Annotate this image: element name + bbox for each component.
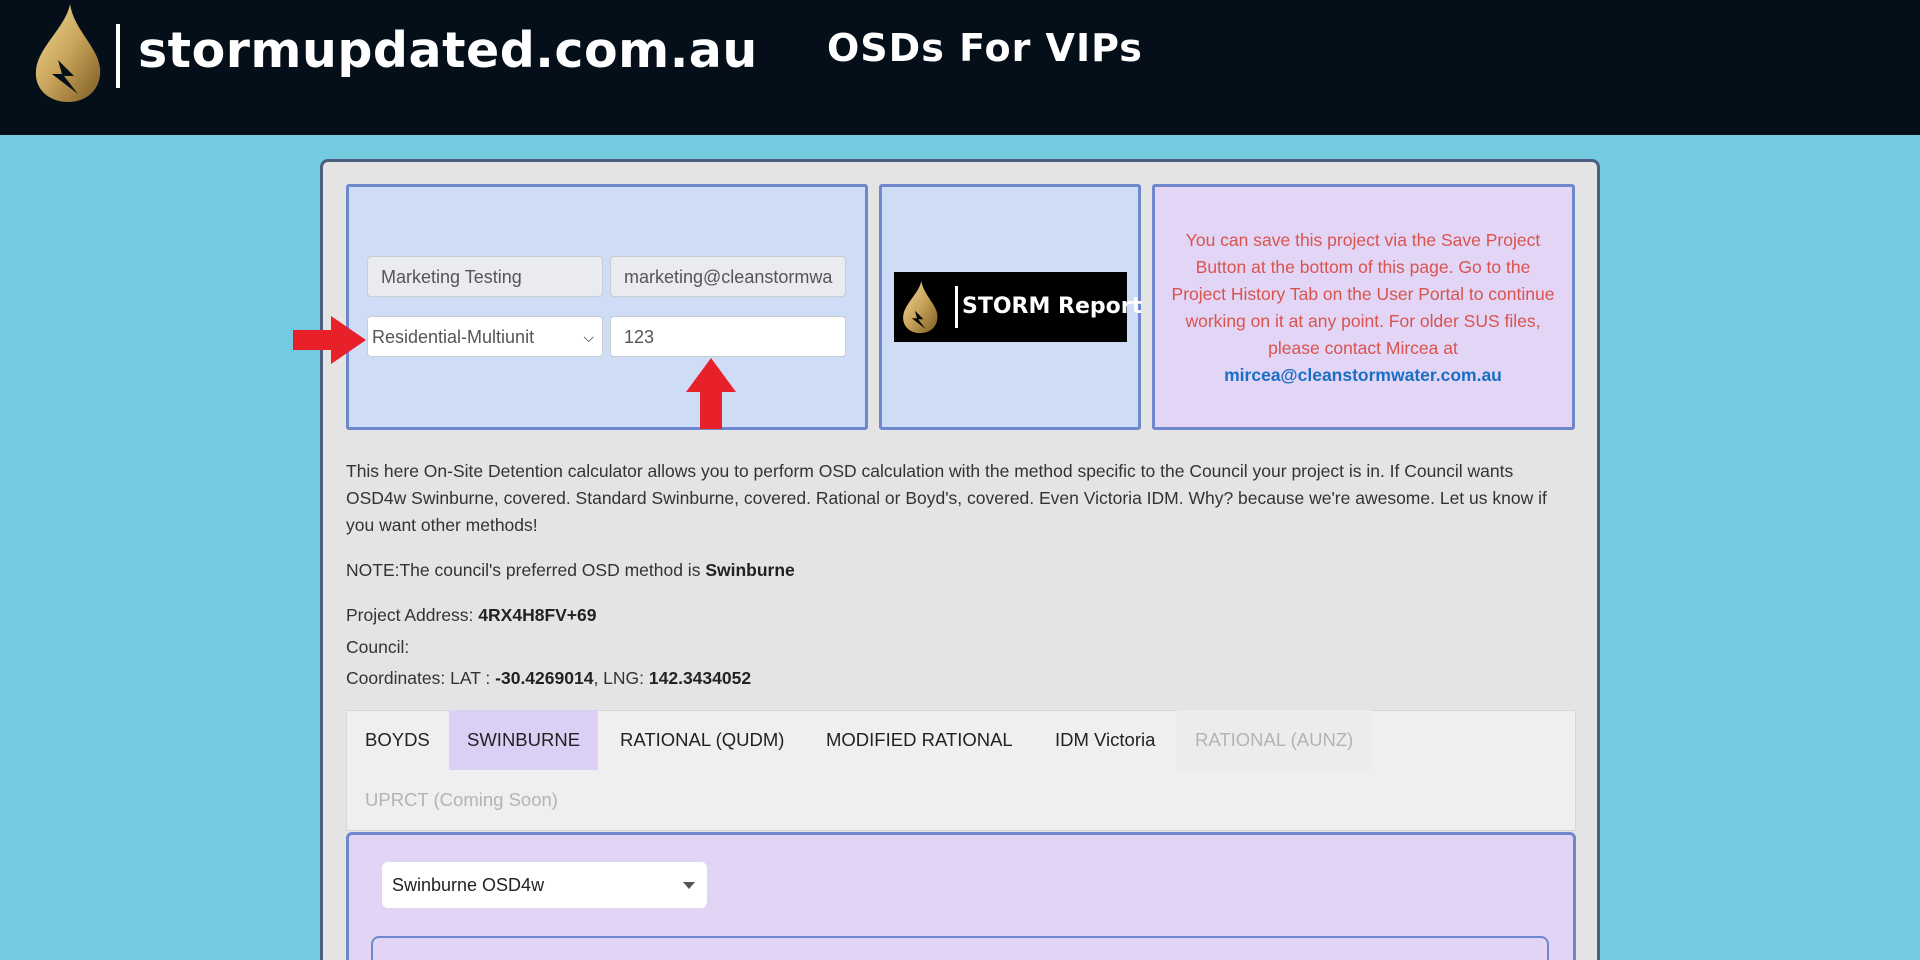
development-type-select[interactable]: Residential-Multiunit ⌵ [367,316,603,357]
tab-uprct: UPRCT (Coming Soon) [365,789,558,810]
gold-droplet-icon [903,280,938,334]
development-type-value: Residential-Multiunit [372,327,535,347]
email-field[interactable]: marketing@cleanstormwa [610,256,846,297]
lng-label: , LNG: [593,668,649,688]
lng-value: 142.3434052 [648,668,752,688]
calculator-description: This here On-Site Detention calculator a… [346,461,1547,535]
storm-logo-divider [955,286,958,328]
swinburne-inner-panel [371,936,1549,960]
save-info-message: You can save this project via the Save P… [1168,227,1558,389]
chevron-down-icon: ⌵ [583,329,594,345]
red-arrow-right-icon [293,316,366,364]
site-name[interactable]: stormupdated.com.au [138,22,758,79]
storm-report-logo-text: STORM Report [962,294,1143,319]
note-prefix: NOTE:The council's preferred OSD method … [346,560,706,580]
droplet-logo-icon[interactable] [30,2,105,104]
tab-rational-qudm[interactable]: RATIONAL (QUDM) [602,710,802,770]
tab-modified-rational[interactable]: MODIFIED RATIONAL [808,710,1031,770]
tab-idm-victoria[interactable]: IDM Victoria [1037,710,1173,770]
caret-down-icon [683,882,695,889]
address-value: 4RX4H8FV+69 [478,605,597,625]
save-info-text: You can save this project via the Save P… [1171,230,1555,358]
tab-rational-aunz: RATIONAL (AUNZ) [1177,710,1372,770]
site-header: stormupdated.com.au OSDs For VIPs [0,0,1920,135]
note-method: Swinburne [705,560,795,580]
method-select-value: Swinburne OSD4w [392,875,545,895]
tab-swinburne[interactable]: SWINBURNE [449,710,599,770]
tab-boyds[interactable]: BOYDS [347,710,448,770]
lat-value: -30.4269014 [495,668,594,688]
council-line: Council: [346,637,410,657]
logo-divider [116,24,120,88]
contact-email-link[interactable]: mircea@cleanstormwater.com.au [1224,365,1502,385]
address-label: Project Address: [346,605,479,625]
note-line: NOTE:The council's preferred OSD method … [346,560,795,581]
red-arrow-up-icon [686,358,736,429]
coordinates-line: Coordinates: LAT : -30.4269014, LNG: 142… [346,668,751,689]
number-input[interactable]: 123 [610,316,846,357]
project-info-box [346,184,868,430]
swinburne-method-select[interactable]: Swinburne OSD4w [382,862,707,908]
project-name-field[interactable]: Marketing Testing [367,256,603,297]
project-address-line: Project Address: 4RX4H8FV+69 [346,605,597,626]
coords-label: Coordinates: LAT : [346,668,496,688]
page-heading: OSDs For VIPs [827,26,1143,70]
